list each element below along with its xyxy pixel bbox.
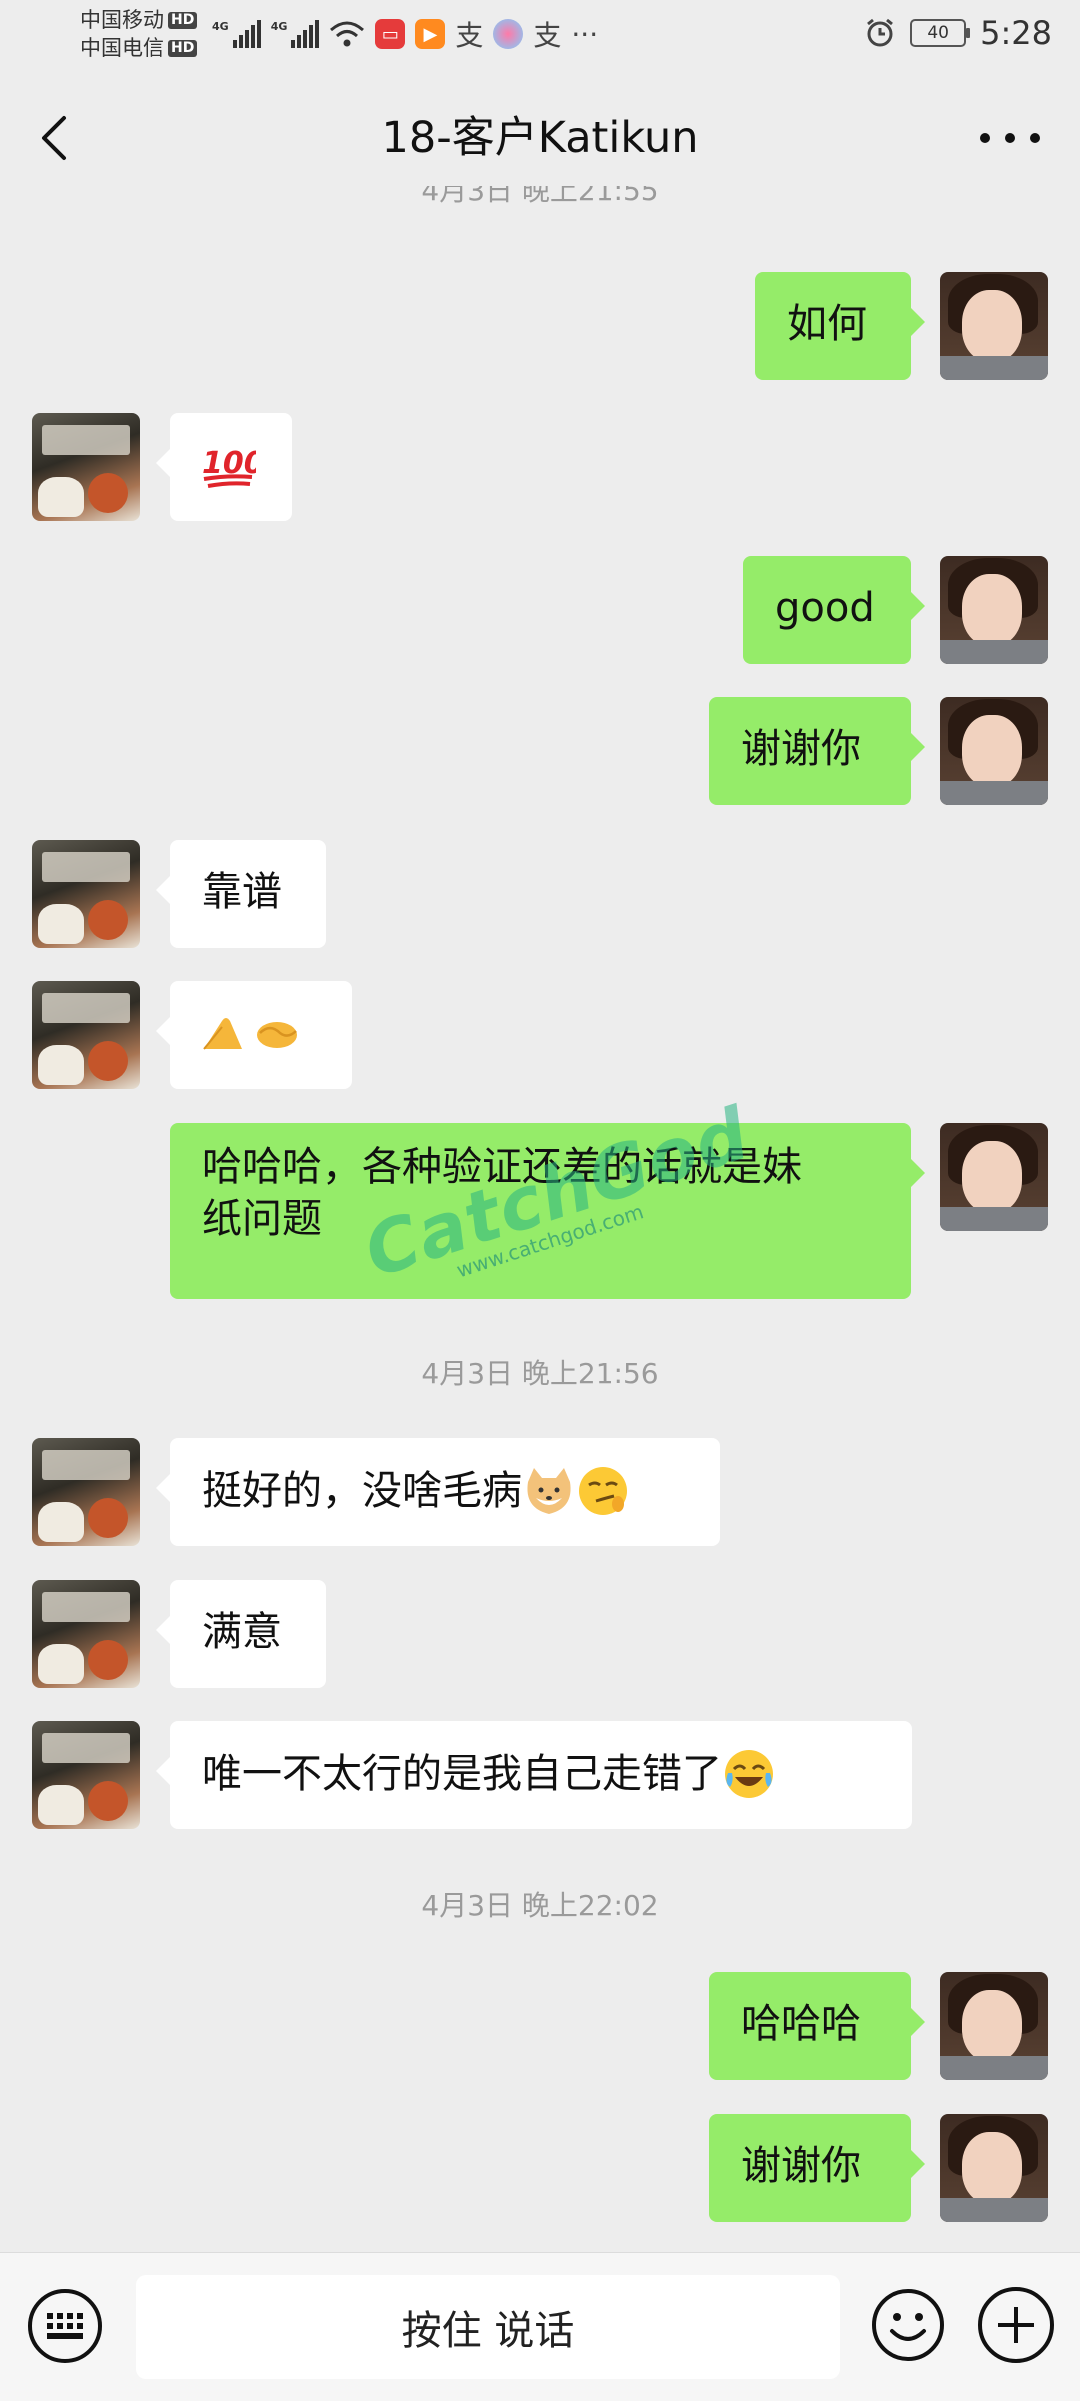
message-text: 挺好的，没啥毛病 bbox=[202, 1468, 522, 1514]
message-bubble-self[interactable]: 谢谢你 bbox=[709, 697, 925, 805]
contact-avatar[interactable] bbox=[32, 840, 140, 948]
contact-avatar[interactable] bbox=[32, 981, 140, 1089]
tears-of-joy-emoji bbox=[725, 1750, 773, 1798]
self-avatar[interactable] bbox=[940, 1972, 1048, 2080]
page-title: 18-客户Katikun bbox=[381, 113, 699, 163]
video-app-icon: ▶ bbox=[415, 19, 446, 49]
message-bubble-contact[interactable]: 挺好的，没啥毛病 bbox=[156, 1438, 720, 1546]
message-text: 满意 bbox=[202, 1609, 282, 1655]
hd-badge: HD bbox=[168, 11, 198, 29]
contact-avatar[interactable] bbox=[32, 1721, 140, 1829]
alipay-icon: 支 bbox=[533, 19, 562, 52]
circle-app-icon bbox=[493, 19, 524, 49]
book-app-icon: ▭ bbox=[375, 19, 406, 49]
message-text: good bbox=[775, 585, 875, 631]
message-text: 哈哈哈，各种验证还差的话就是妹 纸问题 bbox=[170, 1123, 911, 1263]
smirk-emoji bbox=[579, 1467, 627, 1515]
wifi-icon bbox=[330, 21, 365, 47]
carrier-info: 中国移动 HD 中国电信 HD bbox=[80, 6, 198, 62]
message-bubble-self[interactable]: 哈哈哈，各种验证还差的话就是妹 纸问题 bbox=[170, 1123, 925, 1299]
hold-to-talk-button[interactable]: 按住 说话 bbox=[136, 2275, 840, 2379]
contact-avatar[interactable] bbox=[32, 1580, 140, 1688]
status-right: 40 5:28 bbox=[864, 14, 1052, 52]
more-functions-button[interactable] bbox=[978, 2287, 1054, 2363]
timestamp: 4月3日 晚上21:55 bbox=[421, 186, 659, 207]
status-bar: 中国移动 HD 中国电信 HD 4G 4G ▭ ▶ 支 支 ··· 40 5:28 bbox=[0, 0, 1080, 70]
carrier-1: 中国移动 bbox=[80, 8, 164, 32]
message-line: 哈哈哈，各种验证还差的话就是妹 bbox=[202, 1144, 802, 1190]
status-icons: 4G 4G ▭ ▶ 支 支 ··· bbox=[212, 14, 598, 54]
message-text: 靠谱 bbox=[202, 869, 282, 915]
pointing-hand-icon bbox=[203, 1018, 242, 1050]
message-bubble-self[interactable]: good bbox=[743, 556, 925, 664]
dot-icon bbox=[1030, 133, 1040, 143]
message-bubble-contact[interactable]: 唯一不太行的是我自己走错了 bbox=[156, 1721, 912, 1829]
input-bar: 按住 说话 bbox=[0, 2252, 1080, 2401]
message-bubble-contact[interactable] bbox=[156, 981, 352, 1089]
signal-icon: 4G bbox=[271, 20, 320, 48]
message-text: 唯一不太行的是我自己走错了 bbox=[202, 1751, 722, 1797]
carrier-2: 中国电信 bbox=[80, 36, 164, 60]
message-content: 唯一不太行的是我自己走错了 bbox=[170, 1721, 912, 1827]
message-text: 谢谢你 bbox=[741, 2143, 861, 2189]
hundred-points-emoji: 100 bbox=[202, 446, 256, 488]
contact-avatar[interactable] bbox=[32, 1438, 140, 1546]
message-line: 纸问题 bbox=[202, 1196, 322, 1242]
hands-emoji bbox=[200, 1013, 300, 1053]
dot-icon bbox=[980, 133, 990, 143]
message-text: 谢谢你 bbox=[741, 726, 861, 772]
emoji-button[interactable] bbox=[870, 2287, 946, 2363]
doge-emoji bbox=[527, 1468, 571, 1514]
message-bubble-contact[interactable]: 靠谱 bbox=[156, 840, 326, 948]
message-bubble-contact[interactable]: 满意 bbox=[156, 1580, 326, 1688]
message-bubble-contact[interactable]: 100 bbox=[156, 413, 292, 521]
clock: 5:28 bbox=[980, 14, 1052, 52]
battery-icon: 40 bbox=[910, 19, 971, 47]
keyboard-toggle-button[interactable] bbox=[28, 2289, 102, 2363]
more-notifications: ··· bbox=[571, 17, 599, 51]
self-avatar[interactable] bbox=[940, 556, 1048, 664]
dot-icon bbox=[1005, 133, 1015, 143]
signal-icon: 4G bbox=[212, 20, 261, 48]
message-text: 如何 bbox=[787, 301, 867, 347]
hd-badge: HD bbox=[168, 39, 198, 57]
self-avatar[interactable] bbox=[940, 2114, 1048, 2222]
self-avatar[interactable] bbox=[940, 1123, 1048, 1231]
message-text: 哈哈哈 bbox=[741, 2001, 861, 2047]
message-content: 挺好的，没啥毛病 bbox=[170, 1438, 720, 1544]
keyboard-icon bbox=[47, 2313, 83, 2339]
chat-header: 18-客户Katikun bbox=[0, 78, 1080, 198]
alarm-icon bbox=[867, 18, 894, 47]
alipay-icon: 支 bbox=[455, 19, 484, 52]
self-avatar[interactable] bbox=[940, 272, 1048, 380]
message-bubble-self[interactable]: 如何 bbox=[755, 272, 925, 380]
contact-avatar[interactable] bbox=[32, 413, 140, 521]
timestamp: 4月3日 晚上22:02 bbox=[421, 1889, 659, 1922]
self-avatar[interactable] bbox=[940, 697, 1048, 805]
message-bubble-self[interactable]: 哈哈哈 bbox=[709, 1972, 925, 2080]
timestamp: 4月3日 晚上21:56 bbox=[421, 1357, 659, 1390]
more-options-button[interactable] bbox=[980, 116, 1040, 160]
handshake-icon bbox=[257, 1022, 297, 1048]
message-bubble-self[interactable]: 谢谢你 bbox=[709, 2114, 925, 2222]
